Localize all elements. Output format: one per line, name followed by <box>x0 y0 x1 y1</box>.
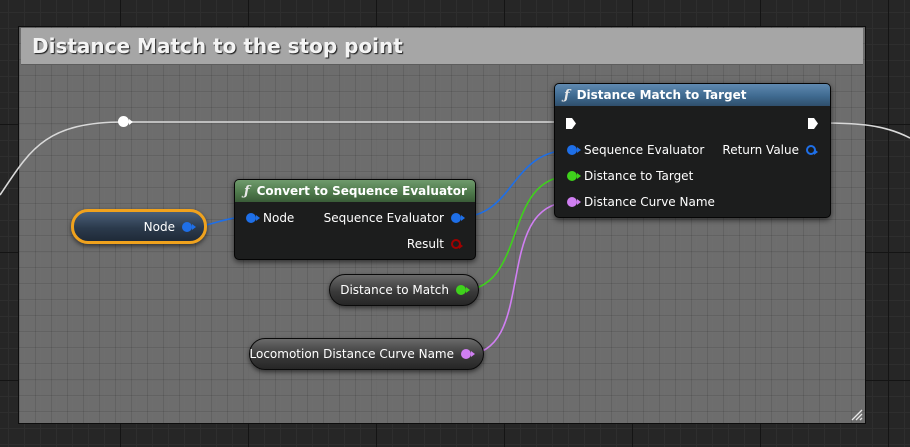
pin-label: Distance Curve Name <box>584 195 715 209</box>
float-pin-icon[interactable] <box>567 171 581 181</box>
distance-to-match-label: Distance to Match <box>340 283 449 297</box>
convert-node[interactable]: ƒ Convert to Sequence Evaluator Node Seq… <box>234 179 476 260</box>
pin-label: Sequence Evaluator <box>584 143 705 157</box>
pin-distance-curve-name[interactable]: Distance Curve Name <box>567 195 715 209</box>
pin-label: Distance to Target <box>584 169 694 183</box>
name-pin-icon[interactable] <box>461 349 475 359</box>
node-variable[interactable]: Node <box>71 209 207 244</box>
convert-header[interactable]: ƒ Convert to Sequence Evaluator <box>235 180 475 202</box>
pin-return-value[interactable]: Return Value <box>722 143 818 157</box>
distance-match-header[interactable]: ƒ Distance Match to Target <box>555 84 830 106</box>
enum-pin-icon[interactable] <box>451 239 463 249</box>
name-pin-icon[interactable] <box>567 197 581 207</box>
comment-header[interactable]: Distance Match to the stop point <box>21 28 863 65</box>
exec-out-pin-icon[interactable] <box>807 117 819 130</box>
pin-label: Node <box>263 211 295 225</box>
exec-in-pin-icon[interactable] <box>565 117 577 130</box>
pin-sequence-evaluator-out[interactable]: Sequence Evaluator <box>323 211 465 225</box>
reroute-knot-arrow <box>129 119 133 125</box>
pin-result[interactable]: Result <box>406 237 463 251</box>
node-variable-label: Node <box>143 219 175 234</box>
pin-label: Return Value <box>722 143 799 157</box>
reroute-knot[interactable] <box>118 116 129 127</box>
function-icon: ƒ <box>244 183 250 199</box>
pin-sequence-evaluator-in[interactable]: Sequence Evaluator <box>567 143 704 157</box>
object-pin-icon[interactable] <box>567 145 581 155</box>
pin-node-in[interactable]: Node <box>246 211 294 225</box>
object-pin-icon[interactable] <box>246 213 260 223</box>
distance-match-node[interactable]: ƒ Distance Match to Target Sequence Eval… <box>554 83 831 218</box>
resize-grip-icon[interactable] <box>849 407 863 421</box>
curve-name-label: Locomotion Distance Curve Name <box>249 347 455 361</box>
curve-name-variable[interactable]: Locomotion Distance Curve Name <box>249 338 484 370</box>
distance-match-title: Distance Match to Target <box>576 88 747 102</box>
pin-label: Result <box>406 237 444 251</box>
pin-label: Sequence Evaluator <box>323 211 444 225</box>
function-icon: ƒ <box>564 87 570 103</box>
convert-title: Convert to Sequence Evaluator <box>256 184 467 198</box>
distance-to-match-variable[interactable]: Distance to Match <box>329 274 479 306</box>
object-pin-icon[interactable] <box>806 145 818 155</box>
object-pin-icon[interactable] <box>182 221 196 232</box>
pin-distance-to-target[interactable]: Distance to Target <box>567 169 693 183</box>
float-pin-icon[interactable] <box>456 285 470 295</box>
object-pin-icon[interactable] <box>451 213 465 223</box>
comment-title[interactable]: Distance Match to the stop point <box>32 34 403 58</box>
